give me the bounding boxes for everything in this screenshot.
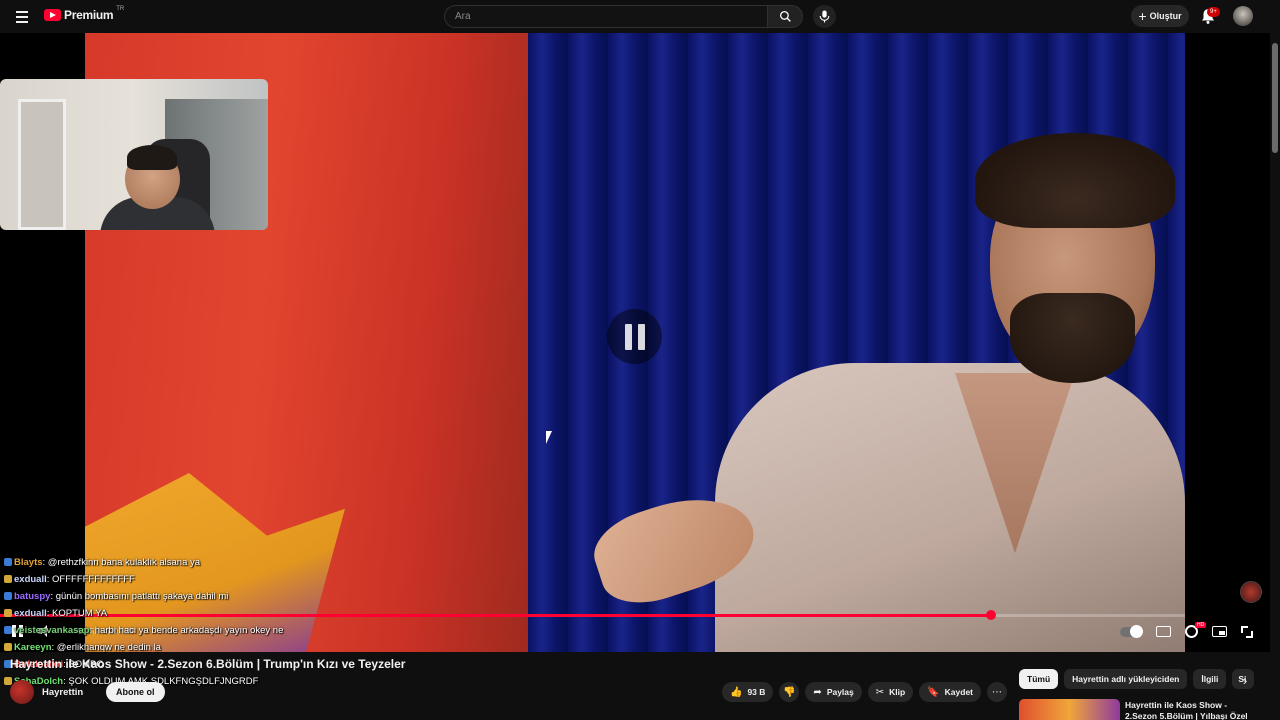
- logo-text: Premium: [64, 8, 114, 22]
- youtube-watch-page: Premium TR Ara + Oluştur 9+ 52:52 / 1:07…: [0, 0, 1280, 720]
- webcam-streamer-hair: [127, 145, 177, 170]
- chat-username: Blayts: [14, 557, 43, 568]
- webcam-shelf: [18, 99, 66, 230]
- chat-message: veistesvankasap: harbi haci ya bende ark…: [0, 622, 460, 639]
- recommendation-filter-chips: Tümü Hayrettin adlı yükleyiciden İlgili Si: [1019, 669, 1255, 689]
- chat-text: : günün bombasını patlattı şakaya dahil …: [50, 591, 229, 602]
- thumbs-up-icon: 👍: [730, 686, 743, 698]
- share-label: Paylaş: [826, 687, 854, 697]
- channel-watermark[interactable]: [1240, 581, 1262, 603]
- filter-chip[interactable]: Tümü: [1019, 669, 1059, 689]
- chat-badge-icon: [4, 626, 12, 635]
- chat-username: exduall: [14, 574, 47, 585]
- miniplayer-icon[interactable]: [1212, 626, 1227, 637]
- subscribe-button[interactable]: Abone ol: [106, 682, 165, 702]
- chat-username: batuspy: [14, 591, 51, 602]
- chat-badge-icon: [4, 643, 12, 652]
- scrollbar-thumb[interactable]: [1272, 43, 1278, 153]
- mouse-cursor: [546, 431, 552, 444]
- microphone-icon: [819, 10, 830, 23]
- create-label: Oluştur: [1149, 11, 1182, 21]
- menu-icon[interactable]: [12, 7, 32, 27]
- save-button[interactable]: 🔖 Kaydet: [919, 682, 982, 702]
- chat-text: : @erlikhanqw ne dedin la: [51, 642, 161, 653]
- chat-username: veistesvankasap: [14, 625, 90, 636]
- logo-country-code: TR: [116, 6, 125, 12]
- search-icon: [779, 10, 791, 22]
- chat-text: : @rethzfkinn bana kulaklık alsana ya: [42, 557, 201, 568]
- streamer-webcam-overlay: [0, 79, 268, 230]
- bookmark-icon: 🔖: [927, 686, 940, 698]
- chat-badge-icon: [4, 592, 12, 601]
- chat-text: : KOPTUM YA: [46, 608, 108, 619]
- notifications-count-badge: 9+: [1207, 7, 1220, 17]
- host-beard: [1010, 293, 1135, 383]
- more-horizontal-icon: ⋯: [992, 686, 1003, 698]
- channel-avatar[interactable]: [10, 680, 34, 704]
- chat-message: exduall: KOPTUM YA: [0, 605, 460, 622]
- chat-badge-icon: [4, 575, 12, 584]
- player-controls-right: HD: [1120, 622, 1253, 638]
- plus-icon: +: [1138, 8, 1147, 24]
- youtube-premium-logo[interactable]: Premium TR: [44, 6, 125, 22]
- create-button[interactable]: + Oluştur: [1131, 5, 1189, 27]
- channel-name[interactable]: Hayrettin: [42, 687, 83, 698]
- save-label: Kaydet: [944, 687, 974, 697]
- filter-chip[interactable]: İlgili: [1193, 669, 1227, 689]
- scissors-icon: ✂: [875, 686, 885, 698]
- youtube-logo-icon: [44, 9, 61, 21]
- chat-badge-icon: [4, 609, 12, 618]
- clip-label: Klip: [889, 687, 906, 697]
- pause-overlay-icon[interactable]: [607, 309, 662, 364]
- thumbs-down-icon: 👎: [783, 686, 796, 698]
- chat-message: Blayts: @rethzfkinn bana kulaklık alsana…: [0, 554, 460, 571]
- video-host-figure: [585, 133, 1185, 652]
- recommendation-title[interactable]: Hayrettin ile Kaos Show - 2.Sezon 5.Bölü…: [1125, 700, 1260, 720]
- video-title: Hayrettin ile Kaos Show - 2.Sezon 6.Bölü…: [10, 657, 406, 671]
- progress-scrubber-handle[interactable]: [985, 610, 996, 620]
- search-button[interactable]: [767, 5, 803, 28]
- more-actions-button[interactable]: ⋯: [987, 682, 1008, 702]
- channel-info: Hayrettin: [10, 680, 83, 704]
- search-input[interactable]: Ara: [444, 5, 768, 28]
- fullscreen-icon[interactable]: [1241, 625, 1253, 638]
- voice-search-button[interactable]: [813, 5, 836, 28]
- chat-text: : OFFFFFFFFFFFFF: [46, 574, 135, 585]
- account-avatar[interactable]: [1233, 6, 1253, 26]
- dislike-button[interactable]: 👎: [779, 682, 800, 702]
- host-hair: [975, 133, 1175, 228]
- share-arrow-icon: ➦: [813, 686, 822, 698]
- settings-gear-icon[interactable]: HD: [1185, 622, 1207, 638]
- chat-message: Kareeyn: @erlikhanqw ne dedin la: [0, 639, 460, 656]
- like-button[interactable]: 👍 93 B: [722, 682, 774, 702]
- filter-chip[interactable]: Hayrettin adlı yükleyiciden: [1064, 669, 1188, 689]
- chevron-right-icon[interactable]: ›: [1238, 673, 1252, 688]
- chat-username: exduall: [14, 608, 47, 619]
- chat-message: exduall: OFFFFFFFFFFFFF: [0, 571, 460, 588]
- chat-message: batuspy: günün bombasını patlattı şakaya…: [0, 588, 460, 605]
- host-suit: [715, 363, 1185, 652]
- like-count: 93 B: [747, 687, 766, 697]
- chat-text: : harbi haci ya bende arkadaşdı yayın ok…: [89, 625, 284, 636]
- autoplay-toggle[interactable]: [1120, 624, 1143, 638]
- video-actions: 👍 93 B 👎 ➦ Paylaş ✂ Klip 🔖 Kaydet ⋯: [722, 682, 1008, 702]
- subtitles-icon[interactable]: [1156, 626, 1171, 637]
- page-scrollbar[interactable]: [1270, 33, 1280, 720]
- settings-quality-badge: HD: [1195, 622, 1207, 628]
- chat-username: Kareeyn: [14, 642, 52, 653]
- masthead: Premium TR Ara + Oluştur 9+: [0, 0, 1280, 33]
- share-button[interactable]: ➦ Paylaş: [805, 682, 862, 702]
- chat-badge-icon: [4, 558, 12, 567]
- clip-button[interactable]: ✂ Klip: [867, 682, 914, 702]
- recommendation-thumbnail[interactable]: [1019, 699, 1120, 720]
